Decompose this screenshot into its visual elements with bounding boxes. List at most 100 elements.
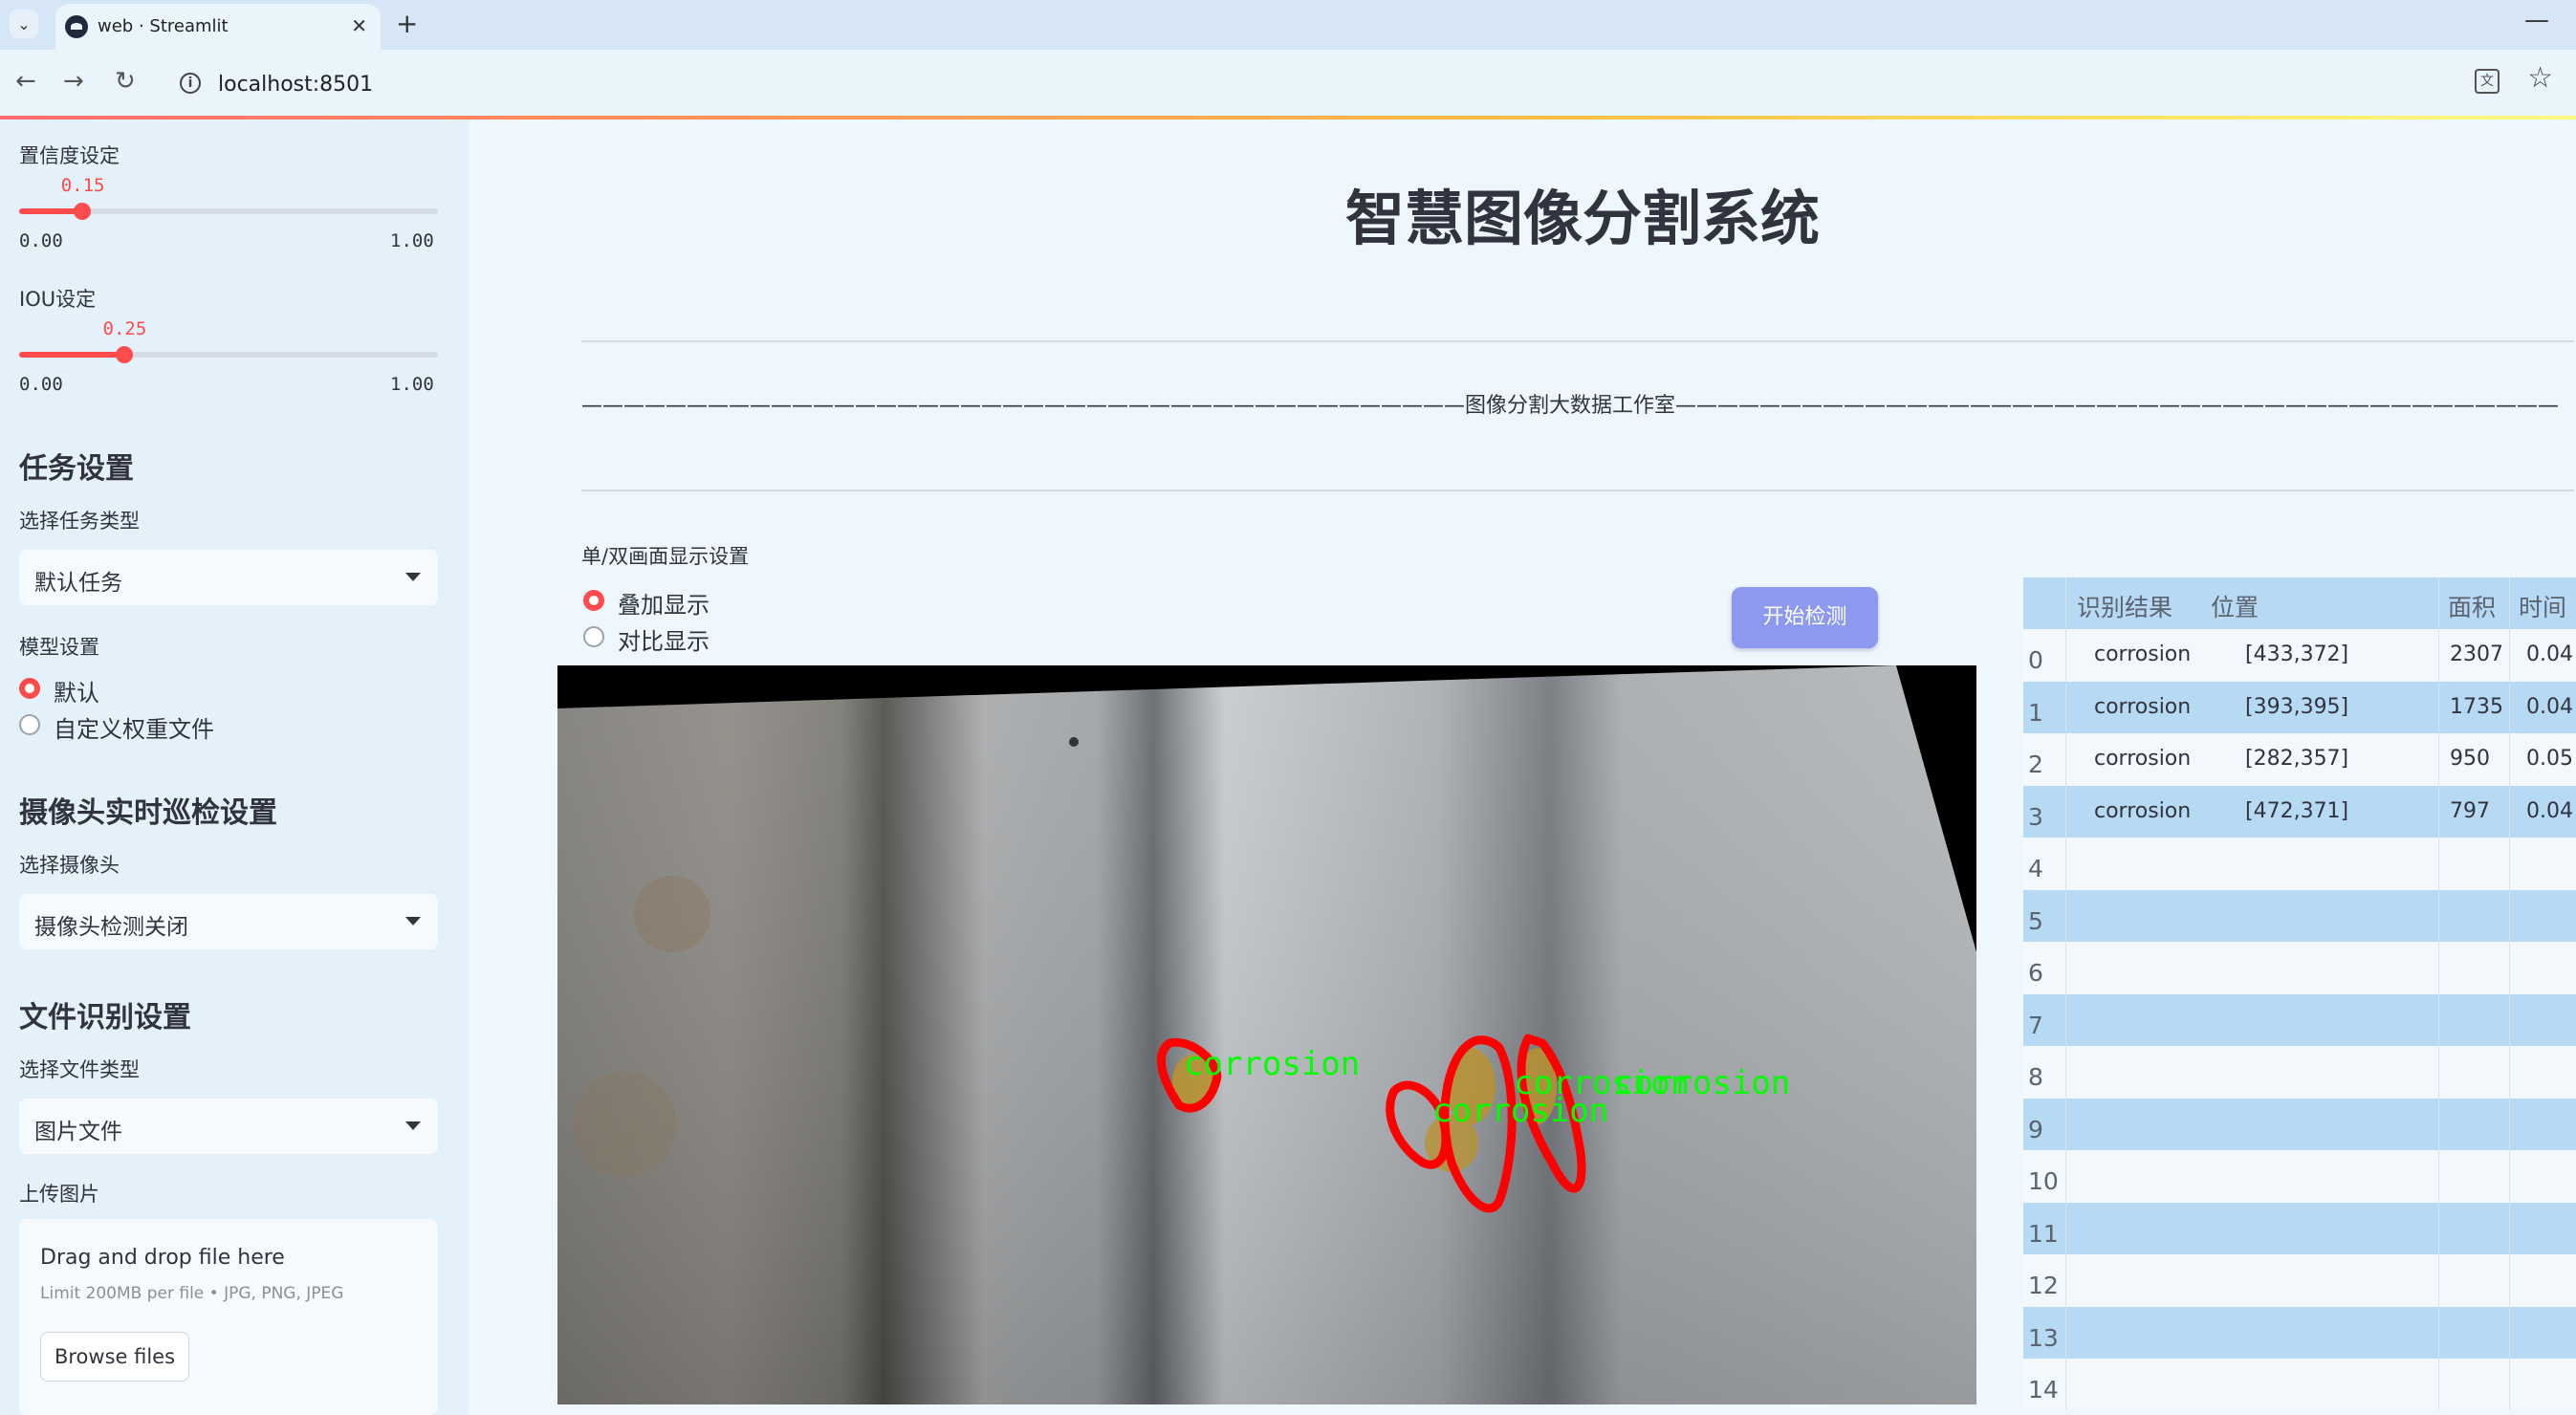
- minimize-window-icon[interactable]: —: [2524, 6, 2549, 34]
- browser-tab[interactable]: web · Streamlit ✕: [55, 4, 381, 50]
- camera-select-label: 选择摄像头: [19, 854, 120, 877]
- confidence-slider[interactable]: [19, 203, 438, 220]
- cell-area: 2307: [2450, 642, 2503, 666]
- row-index: 11: [2028, 1219, 2059, 1248]
- confidence-max: 1.00: [390, 230, 434, 251]
- radio-selected-icon[interactable]: [19, 678, 40, 699]
- row-index: 3: [2028, 802, 2043, 831]
- table-row[interactable]: 12: [2023, 1254, 2576, 1307]
- url-field[interactable]: i localhost:8501: [164, 59, 2498, 109]
- table-row[interactable]: 6: [2023, 942, 2576, 994]
- translate-icon[interactable]: 文: [2475, 69, 2500, 94]
- file-type-label: 选择文件类型: [19, 1058, 140, 1081]
- table-row[interactable]: 2 corrosion [282,357] 950 0.05: [2023, 733, 2576, 786]
- table-row[interactable]: 10: [2023, 1150, 2576, 1203]
- sidebar: 置信度设定 0.15 0.00 1.00 IOU设定 0.25 0.00 1.0…: [0, 120, 469, 1415]
- column-divider: [2438, 577, 2439, 1409]
- table-row[interactable]: 9: [2023, 1098, 2576, 1150]
- cell-time: 0.04: [2526, 694, 2573, 719]
- file-type-selected: 图片文件: [34, 1120, 122, 1144]
- page-title: 智慧图像分割系统: [1344, 184, 1820, 253]
- task-type-label: 选择任务类型: [19, 510, 140, 533]
- chevron-down-icon: [405, 1121, 421, 1130]
- corroded-steel-rail-photo: corrosion corrosion corrosion corrosion: [557, 665, 1976, 1404]
- tab-search-icon[interactable]: ⌄: [10, 10, 38, 38]
- forward-arrow-icon[interactable]: →: [63, 67, 84, 96]
- close-tab-icon[interactable]: ✕: [351, 14, 367, 37]
- confidence-slider-fill: [19, 208, 82, 214]
- table-row[interactable]: 0 corrosion [433,372] 2307 0.04: [2023, 629, 2576, 682]
- confidence-label: 置信度设定: [19, 144, 120, 167]
- iou-slider[interactable]: [19, 346, 438, 363]
- task-settings-heading: 任务设置: [19, 452, 134, 486]
- segmentation-result-image: corrosion corrosion corrosion corrosion: [557, 665, 1976, 1404]
- divider: [581, 340, 2574, 342]
- row-index: 14: [2028, 1376, 2059, 1404]
- header-area[interactable]: 面积: [2448, 589, 2496, 623]
- cell-position: [433,372]: [2245, 642, 2349, 666]
- table-row[interactable]: 7: [2023, 993, 2576, 1046]
- header-position[interactable]: 位置: [2211, 589, 2259, 623]
- confidence-value: 0.15: [60, 175, 105, 196]
- confidence-slider-thumb[interactable]: [73, 203, 91, 220]
- row-index: 7: [2028, 1011, 2043, 1039]
- row-index: 2: [2028, 751, 2043, 778]
- display-option-overlay-label: 叠加显示: [618, 592, 709, 619]
- display-mode-label: 单/双画面显示设置: [581, 545, 750, 568]
- model-option-custom-label: 自定义权重文件: [54, 716, 214, 743]
- camera-selected: 摄像头检测关闭: [34, 915, 188, 940]
- table-row[interactable]: 13: [2023, 1306, 2576, 1359]
- iou-slider-fill: [19, 352, 124, 358]
- back-arrow-icon[interactable]: ←: [15, 67, 36, 96]
- task-type-select[interactable]: 默认任务: [19, 550, 438, 605]
- results-table[interactable]: 识别结果 位置 面积 时间 0 corrosion [433,372] 2307 0.0…: [2023, 577, 2576, 1409]
- site-info-icon[interactable]: i: [180, 73, 201, 94]
- streamlit-favicon-icon: [65, 15, 88, 38]
- cell-area: 797: [2450, 798, 2490, 823]
- row-index: 8: [2028, 1063, 2043, 1091]
- cell-result: corrosion: [2094, 694, 2192, 719]
- cell-result: corrosion: [2094, 798, 2192, 823]
- cell-position: [282,357]: [2245, 747, 2349, 771]
- reload-icon[interactable]: ↻: [115, 67, 136, 96]
- start-detection-button[interactable]: 开始检测: [1732, 587, 1878, 648]
- iou-value: 0.25: [102, 318, 147, 339]
- file-uploader-dropzone[interactable]: Drag and drop file here Limit 200MB per …: [19, 1219, 438, 1415]
- url-text[interactable]: localhost:8501: [218, 73, 373, 97]
- confidence-min: 0.00: [19, 230, 63, 251]
- table-row[interactable]: 14: [2023, 1359, 2576, 1409]
- table-row[interactable]: 8: [2023, 1046, 2576, 1099]
- table-row[interactable]: 3 corrosion [472,371] 797 0.04: [2023, 785, 2576, 838]
- detection-label: corrosion: [1184, 1045, 1360, 1083]
- table-row[interactable]: 5: [2023, 889, 2576, 942]
- bookmark-star-icon[interactable]: ☆: [2527, 61, 2553, 95]
- row-index: 9: [2028, 1115, 2043, 1143]
- iou-slider-thumb[interactable]: [115, 346, 133, 363]
- detection-label: corrosion: [1614, 1064, 1790, 1102]
- file-type-select[interactable]: 图片文件: [19, 1099, 438, 1154]
- task-type-selected: 默认任务: [34, 571, 122, 596]
- cell-area: 1735: [2450, 694, 2503, 719]
- radio-selected-icon[interactable]: [583, 590, 604, 611]
- table-header-row: 识别结果 位置 面积 时间: [2023, 577, 2576, 629]
- radio-unselected-icon[interactable]: [19, 714, 40, 735]
- radio-unselected-icon[interactable]: [583, 626, 604, 647]
- display-option-compare-label: 对比显示: [618, 628, 709, 655]
- browse-files-button[interactable]: Browse files: [40, 1332, 189, 1382]
- table-row[interactable]: 1 corrosion [393,395] 1735 0.04: [2023, 681, 2576, 733]
- tab-title: web · Streamlit: [98, 16, 229, 36]
- cell-result: corrosion: [2094, 747, 2192, 771]
- header-time[interactable]: 时间: [2519, 589, 2566, 623]
- new-tab-icon[interactable]: +: [396, 8, 418, 39]
- table-row[interactable]: 4: [2023, 838, 2576, 890]
- table-row[interactable]: 11: [2023, 1202, 2576, 1254]
- row-index: 4: [2028, 855, 2043, 882]
- row-index: 13: [2028, 1323, 2059, 1352]
- cell-time: 0.04: [2526, 642, 2573, 666]
- camera-select[interactable]: 摄像头检测关闭: [19, 894, 438, 949]
- detection-label: corrosion: [1432, 1092, 1608, 1130]
- cell-time: 0.04: [2526, 798, 2573, 823]
- column-divider: [2509, 577, 2510, 1409]
- column-divider: [2065, 577, 2066, 1409]
- header-result[interactable]: 识别结果: [2077, 589, 2172, 623]
